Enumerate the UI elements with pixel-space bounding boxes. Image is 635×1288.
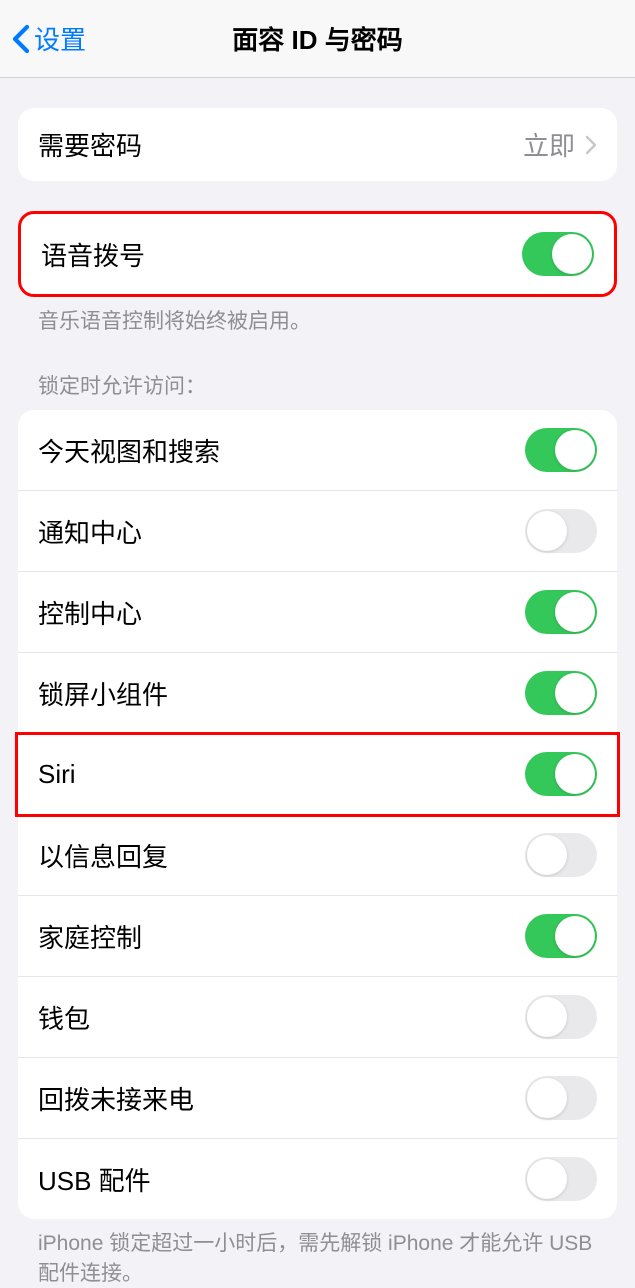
lock-access-item-label: 回拨未接来电 (38, 1080, 194, 1117)
require-passcode-group: 需要密码 立即 (18, 108, 617, 181)
lock-access-cell: USB 配件 (18, 1139, 617, 1219)
voice-dial-label: 语音拨号 (41, 236, 145, 273)
lock-access-footer: iPhone 锁定超过一小时后，需先解锁 iPhone 才能允许 USB 配件连… (18, 1219, 617, 1288)
voice-dial-toggle[interactable] (522, 232, 594, 276)
lock-access-cell: 锁屏小组件 (18, 653, 617, 734)
back-button[interactable]: 设置 (12, 20, 86, 57)
lock-access-toggle[interactable] (525, 590, 597, 634)
require-passcode-label: 需要密码 (38, 126, 142, 163)
lock-access-item-label: 锁屏小组件 (38, 675, 168, 712)
voice-dial-footer: 音乐语音控制将始终被启用。 (18, 297, 617, 336)
lock-access-item-label: 家庭控制 (38, 918, 142, 955)
back-label: 设置 (34, 20, 86, 57)
nav-header: 设置 面容 ID 与密码 (0, 0, 635, 78)
voice-dial-group: 语音拨号 (18, 211, 617, 297)
lock-access-item-label: USB 配件 (38, 1161, 151, 1198)
voice-dial-cell: 语音拨号 (21, 214, 614, 294)
lock-access-toggle[interactable] (525, 509, 597, 553)
lock-access-toggle[interactable] (525, 428, 597, 472)
lock-access-cell: 控制中心 (18, 572, 617, 653)
lock-access-cell: Siri (18, 734, 617, 815)
lock-access-toggle[interactable] (525, 995, 597, 1039)
lock-access-toggle[interactable] (525, 1076, 597, 1120)
lock-access-cell: 家庭控制 (18, 896, 617, 977)
lock-access-toggle[interactable] (525, 671, 597, 715)
require-passcode-value: 立即 (523, 126, 597, 163)
lock-access-cell: 今天视图和搜索 (18, 410, 617, 491)
chevron-left-icon (12, 24, 30, 54)
lock-access-toggle[interactable] (525, 752, 597, 796)
lock-access-item-label: 通知中心 (38, 513, 142, 550)
lock-access-cell: 以信息回复 (18, 815, 617, 896)
lock-access-toggle[interactable] (525, 833, 597, 877)
lock-access-cell: 钱包 (18, 977, 617, 1058)
lock-access-cell: 回拨未接来电 (18, 1058, 617, 1139)
lock-access-toggle[interactable] (525, 914, 597, 958)
lock-access-item-label: 以信息回复 (38, 837, 168, 874)
lock-access-cell: 通知中心 (18, 491, 617, 572)
lock-access-item-label: 今天视图和搜索 (38, 432, 220, 469)
lock-access-header: 锁定时允许访问： (18, 370, 617, 410)
lock-access-group: 今天视图和搜索通知中心控制中心锁屏小组件 Siri 以信息回复家庭控制钱包回拨未接来… (18, 410, 617, 1219)
chevron-right-icon (585, 135, 597, 155)
lock-access-toggle[interactable] (525, 1157, 597, 1201)
require-passcode-cell[interactable]: 需要密码 立即 (18, 108, 617, 181)
lock-access-item-label: 控制中心 (38, 594, 142, 631)
lock-access-item-label: 钱包 (38, 999, 90, 1036)
lock-access-item-label: Siri (38, 759, 76, 790)
page-title: 面容 ID 与密码 (232, 20, 402, 57)
